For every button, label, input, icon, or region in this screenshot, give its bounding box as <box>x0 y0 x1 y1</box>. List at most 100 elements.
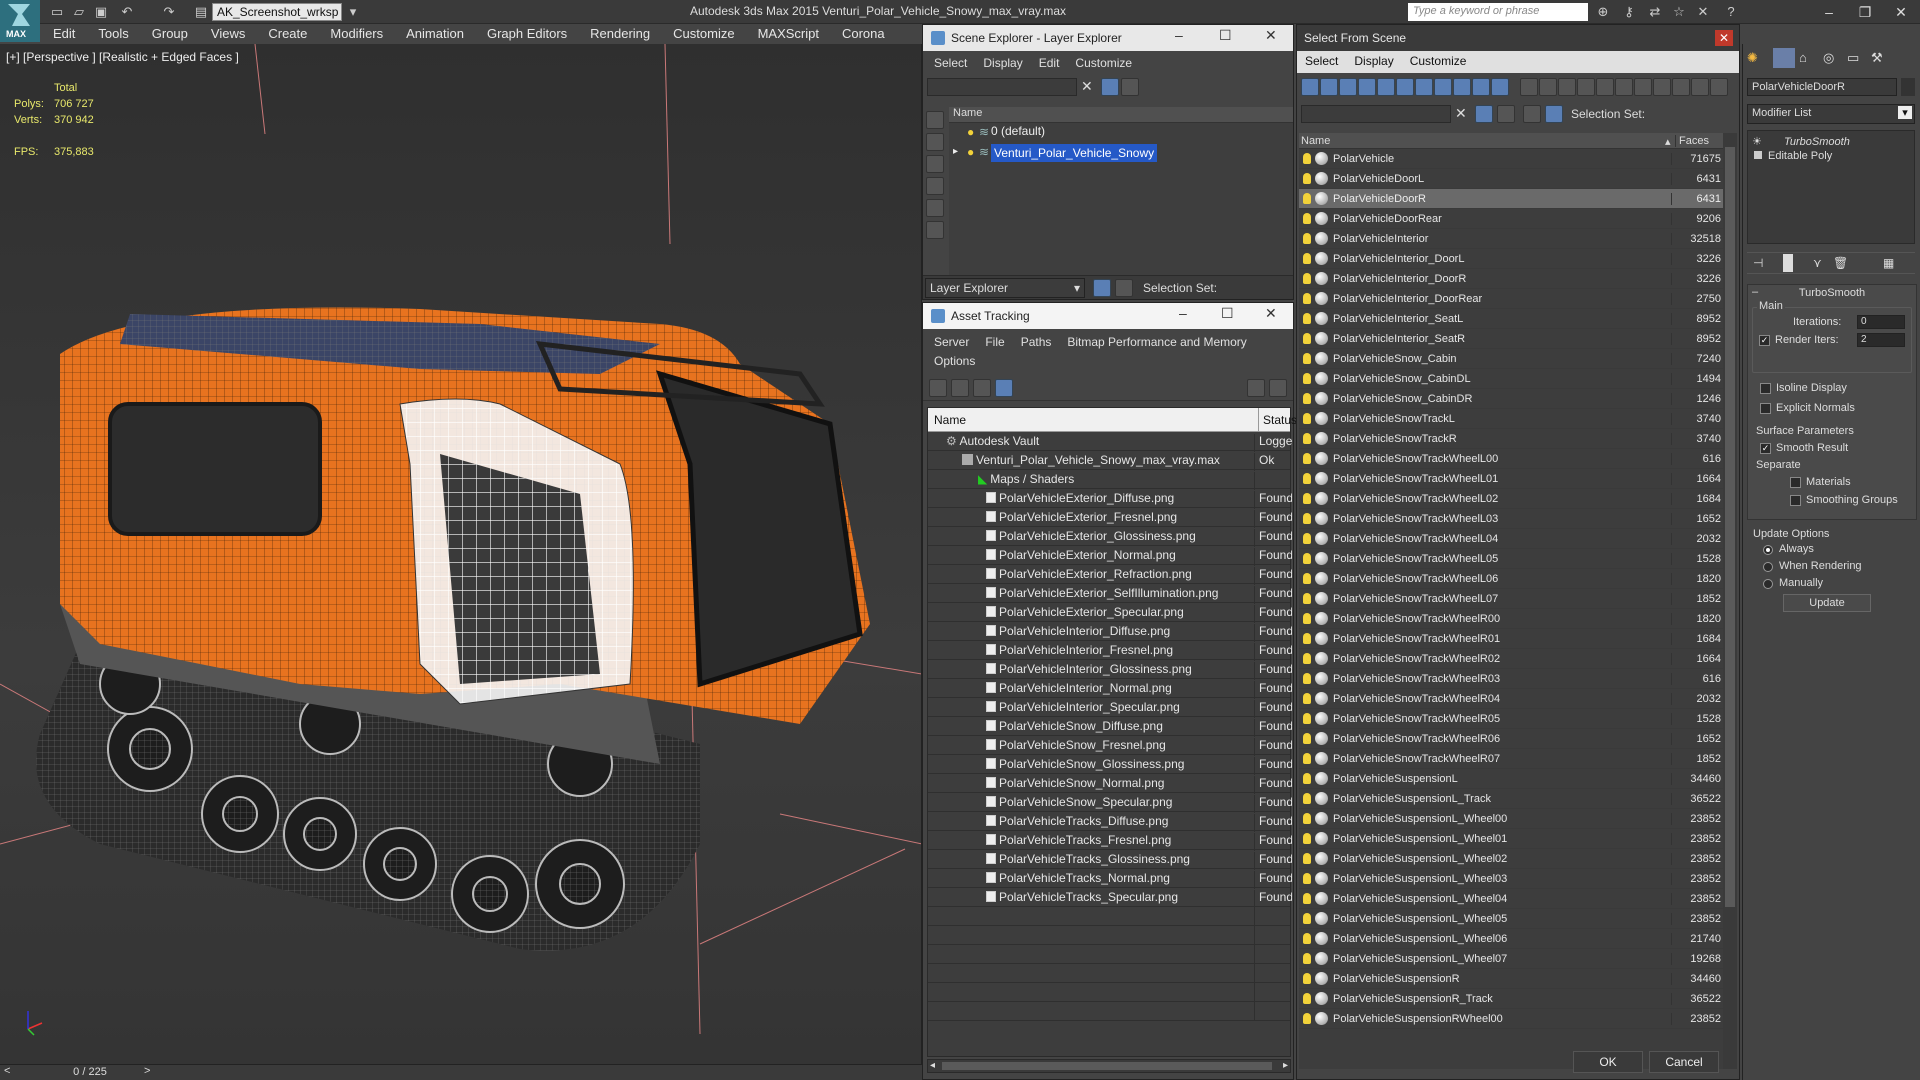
bulb-icon[interactable] <box>1303 353 1311 364</box>
bulb-icon[interactable] <box>1303 993 1311 1004</box>
manually-radio[interactable] <box>1763 579 1773 589</box>
perspective-viewport[interactable]: [+] [Perspective ] [Realistic + Edged Fa… <box>0 44 922 1064</box>
bulb-icon[interactable] <box>1303 913 1311 924</box>
bulb-icon[interactable]: ● <box>967 145 974 159</box>
scene-search-input[interactable] <box>927 78 1077 96</box>
display-tab-icon[interactable]: ▭ <box>1847 50 1859 66</box>
asset-row[interactable]: PolarVehicleExterior_Glossiness.png Found <box>928 527 1292 547</box>
object-row[interactable]: PolarVehicleSuspensionL_Wheel02 23852 <box>1299 849 1723 869</box>
scene-explorer-titlebar[interactable]: Scene Explorer - Layer Explorer – ☐ ✕ <box>923 25 1293 51</box>
bulb-icon[interactable] <box>1303 533 1311 544</box>
object-row[interactable]: PolarVehicleSnowTrackWheelR05 1528 <box>1299 709 1723 729</box>
bulb-icon[interactable] <box>1303 493 1311 504</box>
toggle-helpers-icon[interactable] <box>1377 78 1395 96</box>
list-view-icon[interactable] <box>951 379 969 397</box>
asset-row[interactable]: PolarVehicleSnow_Normal.png Found <box>928 774 1292 794</box>
bulb-icon[interactable] <box>1303 193 1311 204</box>
object-row[interactable]: PolarVehicleSnowTrackWheelR07 1852 <box>1299 749 1723 769</box>
maximize-button[interactable]: ☐ <box>1219 27 1232 44</box>
asset-row[interactable]: PolarVehicleTracks_Normal.png Found <box>928 869 1292 889</box>
bulb-icon[interactable] <box>1303 473 1311 484</box>
explorer-type-dropdown[interactable]: Layer Explorer ▾ <box>925 278 1085 298</box>
object-row[interactable]: PolarVehicleSnowTrackWheelR03 616 <box>1299 669 1723 689</box>
toggle-groups-icon[interactable] <box>1415 78 1433 96</box>
object-row[interactable]: PolarVehicleSuspensionL_Wheel05 23852 <box>1299 909 1723 929</box>
asset-row[interactable]: ⚙ Autodesk Vault Logged <box>928 432 1292 452</box>
close-button[interactable]: ✕ <box>1265 27 1277 44</box>
object-row[interactable]: PolarVehicleInterior_SeatR 8952 <box>1299 329 1723 349</box>
toggle-lights-icon[interactable] <box>1339 78 1357 96</box>
star-icon[interactable]: ☆ <box>1670 3 1688 21</box>
object-color-swatch[interactable] <box>1901 78 1915 96</box>
undo-icon[interactable]: ↶ <box>118 3 136 21</box>
redo-icon[interactable]: ↷ <box>160 3 178 21</box>
bulb-icon[interactable] <box>1303 233 1311 244</box>
maximize-button[interactable]: ☐ <box>1221 305 1234 322</box>
key-icon[interactable]: ⚷ <box>1620 3 1638 21</box>
col-name-header[interactable]: Name <box>934 413 966 427</box>
col-name-header[interactable]: Name <box>1301 135 1330 147</box>
make-unique-icon[interactable]: ⋎ <box>1813 256 1822 270</box>
layer-name[interactable]: Venturi_Polar_Vehicle_Snowy <box>991 144 1158 162</box>
explicit-normals-checkbox[interactable] <box>1760 403 1771 414</box>
bulb-icon[interactable] <box>1303 273 1311 284</box>
toggle-hierarchy-icon[interactable] <box>1691 78 1709 96</box>
viewport-label[interactable]: [+] [Perspective ] [Realistic + Edged Fa… <box>6 50 239 64</box>
menu-item-paths[interactable]: Paths <box>1013 333 1060 352</box>
asset-row[interactable]: PolarVehicleSnow_Glossiness.png Found <box>928 755 1292 775</box>
asset-row[interactable]: PolarVehicleTracks_Specular.png Found <box>928 888 1292 908</box>
toggle-none-icon[interactable] <box>1558 78 1576 96</box>
menu-item-options[interactable]: Options <box>926 352 983 371</box>
menu-item-animation[interactable]: Animation <box>393 24 474 41</box>
asset-row[interactable]: PolarVehicleTracks_Diffuse.png Found <box>928 812 1292 832</box>
toggle-display-all-icon[interactable] <box>1596 78 1614 96</box>
object-row[interactable]: PolarVehicleSnow_CabinDL 1494 <box>1299 369 1723 389</box>
bulb-icon[interactable] <box>1303 213 1311 224</box>
asset-row[interactable]: PolarVehicleExterior_Normal.png Found <box>928 546 1292 566</box>
scrollbar-thumb[interactable] <box>942 1062 1272 1070</box>
project-icon[interactable]: ▤ <box>192 3 210 21</box>
iterations-spinner[interactable]: 0 <box>1857 315 1905 329</box>
bulb-icon[interactable]: ☀ <box>1752 135 1762 148</box>
col-status-header[interactable]: Status <box>1258 408 1297 432</box>
utilities-tab-icon[interactable]: ⚒ <box>1871 50 1883 66</box>
object-row[interactable]: PolarVehicleSnowTrackWheelL03 1652 <box>1299 509 1723 529</box>
bulb-icon[interactable] <box>1303 613 1311 624</box>
minimize-button[interactable]: – <box>1179 305 1187 321</box>
menu-item-modifiers[interactable]: Modifiers <box>317 24 393 41</box>
asset-row[interactable]: PolarVehicleTracks_Fresnel.png Found <box>928 831 1292 851</box>
modifier-list-dropdown[interactable]: Modifier List ▾ <box>1747 104 1915 124</box>
menu-item-tools[interactable]: Tools <box>85 24 138 41</box>
smooth-result-checkbox[interactable]: ✓ <box>1760 443 1771 454</box>
bulb-icon[interactable] <box>1303 593 1311 604</box>
hierarchy-icon[interactable] <box>1545 105 1563 123</box>
update-button[interactable]: Update <box>1783 594 1871 612</box>
minimize-button[interactable]: – <box>1812 2 1846 22</box>
bulb-icon[interactable] <box>1303 553 1311 564</box>
asset-row[interactable]: PolarVehicleTracks_Glossiness.png Found <box>928 850 1292 870</box>
object-row[interactable]: PolarVehicleSuspensionRWheel00 23852 <box>1299 1009 1723 1029</box>
asset-row[interactable]: PolarVehicleSnow_Specular.png Found <box>928 793 1292 813</box>
menu-item-create[interactable]: Create <box>255 24 317 41</box>
object-row[interactable]: PolarVehicleSuspensionL_Wheel04 23852 <box>1299 889 1723 909</box>
object-row[interactable]: PolarVehicleSnowTrackWheelL05 1528 <box>1299 549 1723 569</box>
layer-tools-icon[interactable] <box>1121 78 1139 96</box>
clear-search-icon[interactable]: ✕ <box>1455 105 1467 122</box>
object-row[interactable]: PolarVehicleSnowTrackWheelL01 1664 <box>1299 469 1723 489</box>
object-row[interactable]: PolarVehicle 71675 <box>1299 149 1723 169</box>
toggle-shapes-icon[interactable] <box>1320 78 1338 96</box>
bulb-icon[interactable] <box>1303 833 1311 844</box>
bulb-icon[interactable] <box>1303 973 1311 984</box>
bulb-icon[interactable] <box>1303 373 1311 384</box>
object-row[interactable]: PolarVehicleInterior_DoorRear 2750 <box>1299 289 1723 309</box>
menu-item-display[interactable]: Display <box>975 56 1030 70</box>
materials-checkbox[interactable] <box>1790 477 1801 488</box>
object-row[interactable]: PolarVehicleSnowTrackWheelR02 1664 <box>1299 649 1723 669</box>
object-row[interactable]: PolarVehicleSuspensionR 34460 <box>1299 969 1723 989</box>
menu-item-group[interactable]: Group <box>139 24 198 41</box>
filter-icon[interactable] <box>1101 78 1119 96</box>
col-faces-header[interactable]: Faces <box>1675 135 1709 147</box>
show-end-result-icon[interactable] <box>1783 254 1793 272</box>
vehicle-3d-render[interactable] <box>0 44 922 1064</box>
save-icon[interactable]: ▣ <box>92 3 110 21</box>
